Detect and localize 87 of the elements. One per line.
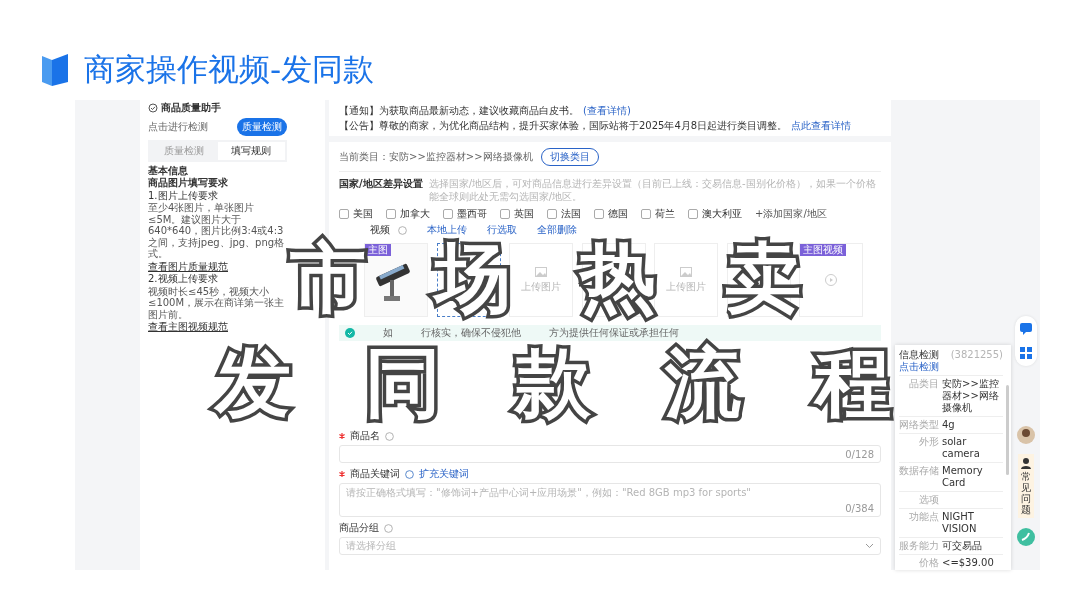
field-label: 商品名 — [350, 429, 380, 443]
checkbox[interactable] — [547, 209, 557, 219]
slide-title: 商家操作视频-发同款 — [84, 50, 375, 89]
help-icon — [398, 225, 407, 235]
panel-title: 信息检测 — [899, 349, 939, 361]
chat-icon[interactable] — [1019, 322, 1033, 336]
row-value: NIGHT VISION — [942, 511, 978, 535]
checkbox-label: 澳大利亚 — [702, 207, 742, 221]
row-value: 4g — [942, 419, 955, 431]
grid-icon[interactable] — [1019, 346, 1033, 360]
checkbox[interactable] — [386, 209, 396, 219]
required-mark — [339, 433, 345, 439]
details-link[interactable]: 点此查看详情 — [791, 118, 852, 133]
notice-text: 【公告】尊敬的商家，为优化商品结构，提升买家体验，国际站将于2025年4月8日起进行类目调整。 — [339, 118, 788, 133]
category-path: 当前类目：安防>>监控器材>>网络摄像机 — [339, 150, 533, 164]
count-text: (3821255) — [950, 349, 1003, 361]
section-title: 基本信息 — [148, 164, 189, 176]
rule-text: 至少4张图片，单张图片≤5M。建议图片大于640*640，图片比例3:4或4:3之间，支持jpeg、jpg、png格式。 — [148, 202, 286, 260]
image-icon — [535, 266, 547, 277]
field-label: 商品分组 — [339, 521, 379, 535]
help-icon — [405, 469, 414, 479]
check-button[interactable]: 质量检测 — [237, 117, 287, 136]
toolbar-link[interactable]: 全部删除 — [537, 223, 577, 237]
check-icon — [345, 328, 355, 338]
expand-keywords-link[interactable]: 扩充关键词 — [419, 467, 469, 481]
play-icon — [825, 274, 837, 286]
row-value: Memory Card — [942, 465, 984, 489]
tag: 主图视频 — [800, 244, 846, 256]
checkbox-label: 墨西哥 — [457, 207, 487, 221]
checkbox[interactable] — [500, 209, 510, 219]
checkbox[interactable] — [339, 209, 349, 219]
checkbox[interactable] — [594, 209, 604, 219]
checkbox[interactable] — [688, 209, 698, 219]
rule-text: 视频时长≤45秒，视频大小≤100M，展示在商详第一张主图片前。 — [148, 285, 286, 320]
rule-link[interactable]: 查看主图视频规范 — [148, 321, 287, 333]
checkbox-label: 荷兰 — [655, 207, 675, 221]
row-value: 安防>>监控器材>>网络摄像机 — [942, 378, 1000, 414]
rule-link[interactable]: 查看图片质量规范 — [148, 260, 287, 272]
row-label: 数据存储 — [899, 465, 939, 478]
section-title: 国家/地区差异设置 — [339, 177, 423, 191]
chevron-down-icon — [865, 543, 874, 549]
row-value: solar camera — [942, 436, 981, 460]
panel-title: 商品质量助手 — [161, 102, 221, 114]
checkbox-label: 法国 — [561, 207, 581, 221]
help-button[interactable]: 常见问题 — [1018, 454, 1034, 518]
toolbar-link[interactable]: 行选取 — [487, 223, 517, 237]
required-mark — [339, 471, 345, 477]
row-label: 价格 — [918, 557, 939, 569]
row-value: <=$39.00 — [942, 557, 994, 569]
field-label: 视频 — [370, 223, 390, 237]
checkbox-label: 英国 — [514, 207, 534, 221]
field-label: 商品关键词 — [350, 467, 400, 481]
notice-text: 方为提供任何保证或承担任何 — [549, 326, 679, 338]
help-icon — [385, 431, 394, 441]
row-label: 选项 — [918, 494, 939, 506]
row-value: 可交易品 — [942, 540, 982, 552]
logo-icon[interactable] — [1017, 528, 1035, 546]
caption-text: 同 — [364, 341, 442, 425]
check-icon — [148, 102, 158, 113]
book-icon — [40, 52, 70, 88]
subtitle: 商品图片填写要求 — [148, 177, 229, 189]
row-label: 服务能力 — [899, 540, 939, 552]
row-label: 外形 — [918, 436, 939, 449]
checkbox-label: 德国 — [608, 207, 628, 221]
notice-text: 行核实，确保不侵犯他 — [421, 326, 521, 340]
notice-text: 如 — [383, 326, 393, 340]
notice-text: 【通知】为获取商品最新动态，建议收藏商品白皮书。 — [339, 103, 579, 118]
rule-heading: 1.图片上传要求 — [148, 189, 219, 201]
rule-heading: 2.视频上传要求 — [148, 273, 219, 285]
row-label: 品类目 — [908, 378, 939, 391]
check-link[interactable]: 点击检测 — [899, 361, 939, 373]
row-label: 功能点 — [908, 511, 939, 524]
toolbar-link[interactable]: 本地上传 — [427, 223, 467, 237]
image-icon — [680, 266, 692, 277]
checkbox[interactable] — [641, 209, 651, 219]
details-link[interactable]: (查看详情) — [583, 103, 631, 118]
tab[interactable]: 填写规则 — [217, 141, 285, 160]
row-label: 网络类型 — [899, 419, 939, 431]
add-region-link[interactable]: +添加国家/地区 — [755, 207, 827, 221]
person-icon — [1020, 457, 1032, 469]
checkbox-label: 美国 — [353, 207, 373, 221]
checkbox-label: 加拿大 — [400, 207, 430, 221]
avatar-icon[interactable] — [1017, 426, 1035, 444]
hint-text: 点击进行检测 — [148, 120, 208, 133]
checkbox[interactable] — [443, 209, 453, 219]
help-icon — [384, 523, 393, 533]
switch-category-button[interactable]: 切换类目 — [540, 148, 599, 166]
